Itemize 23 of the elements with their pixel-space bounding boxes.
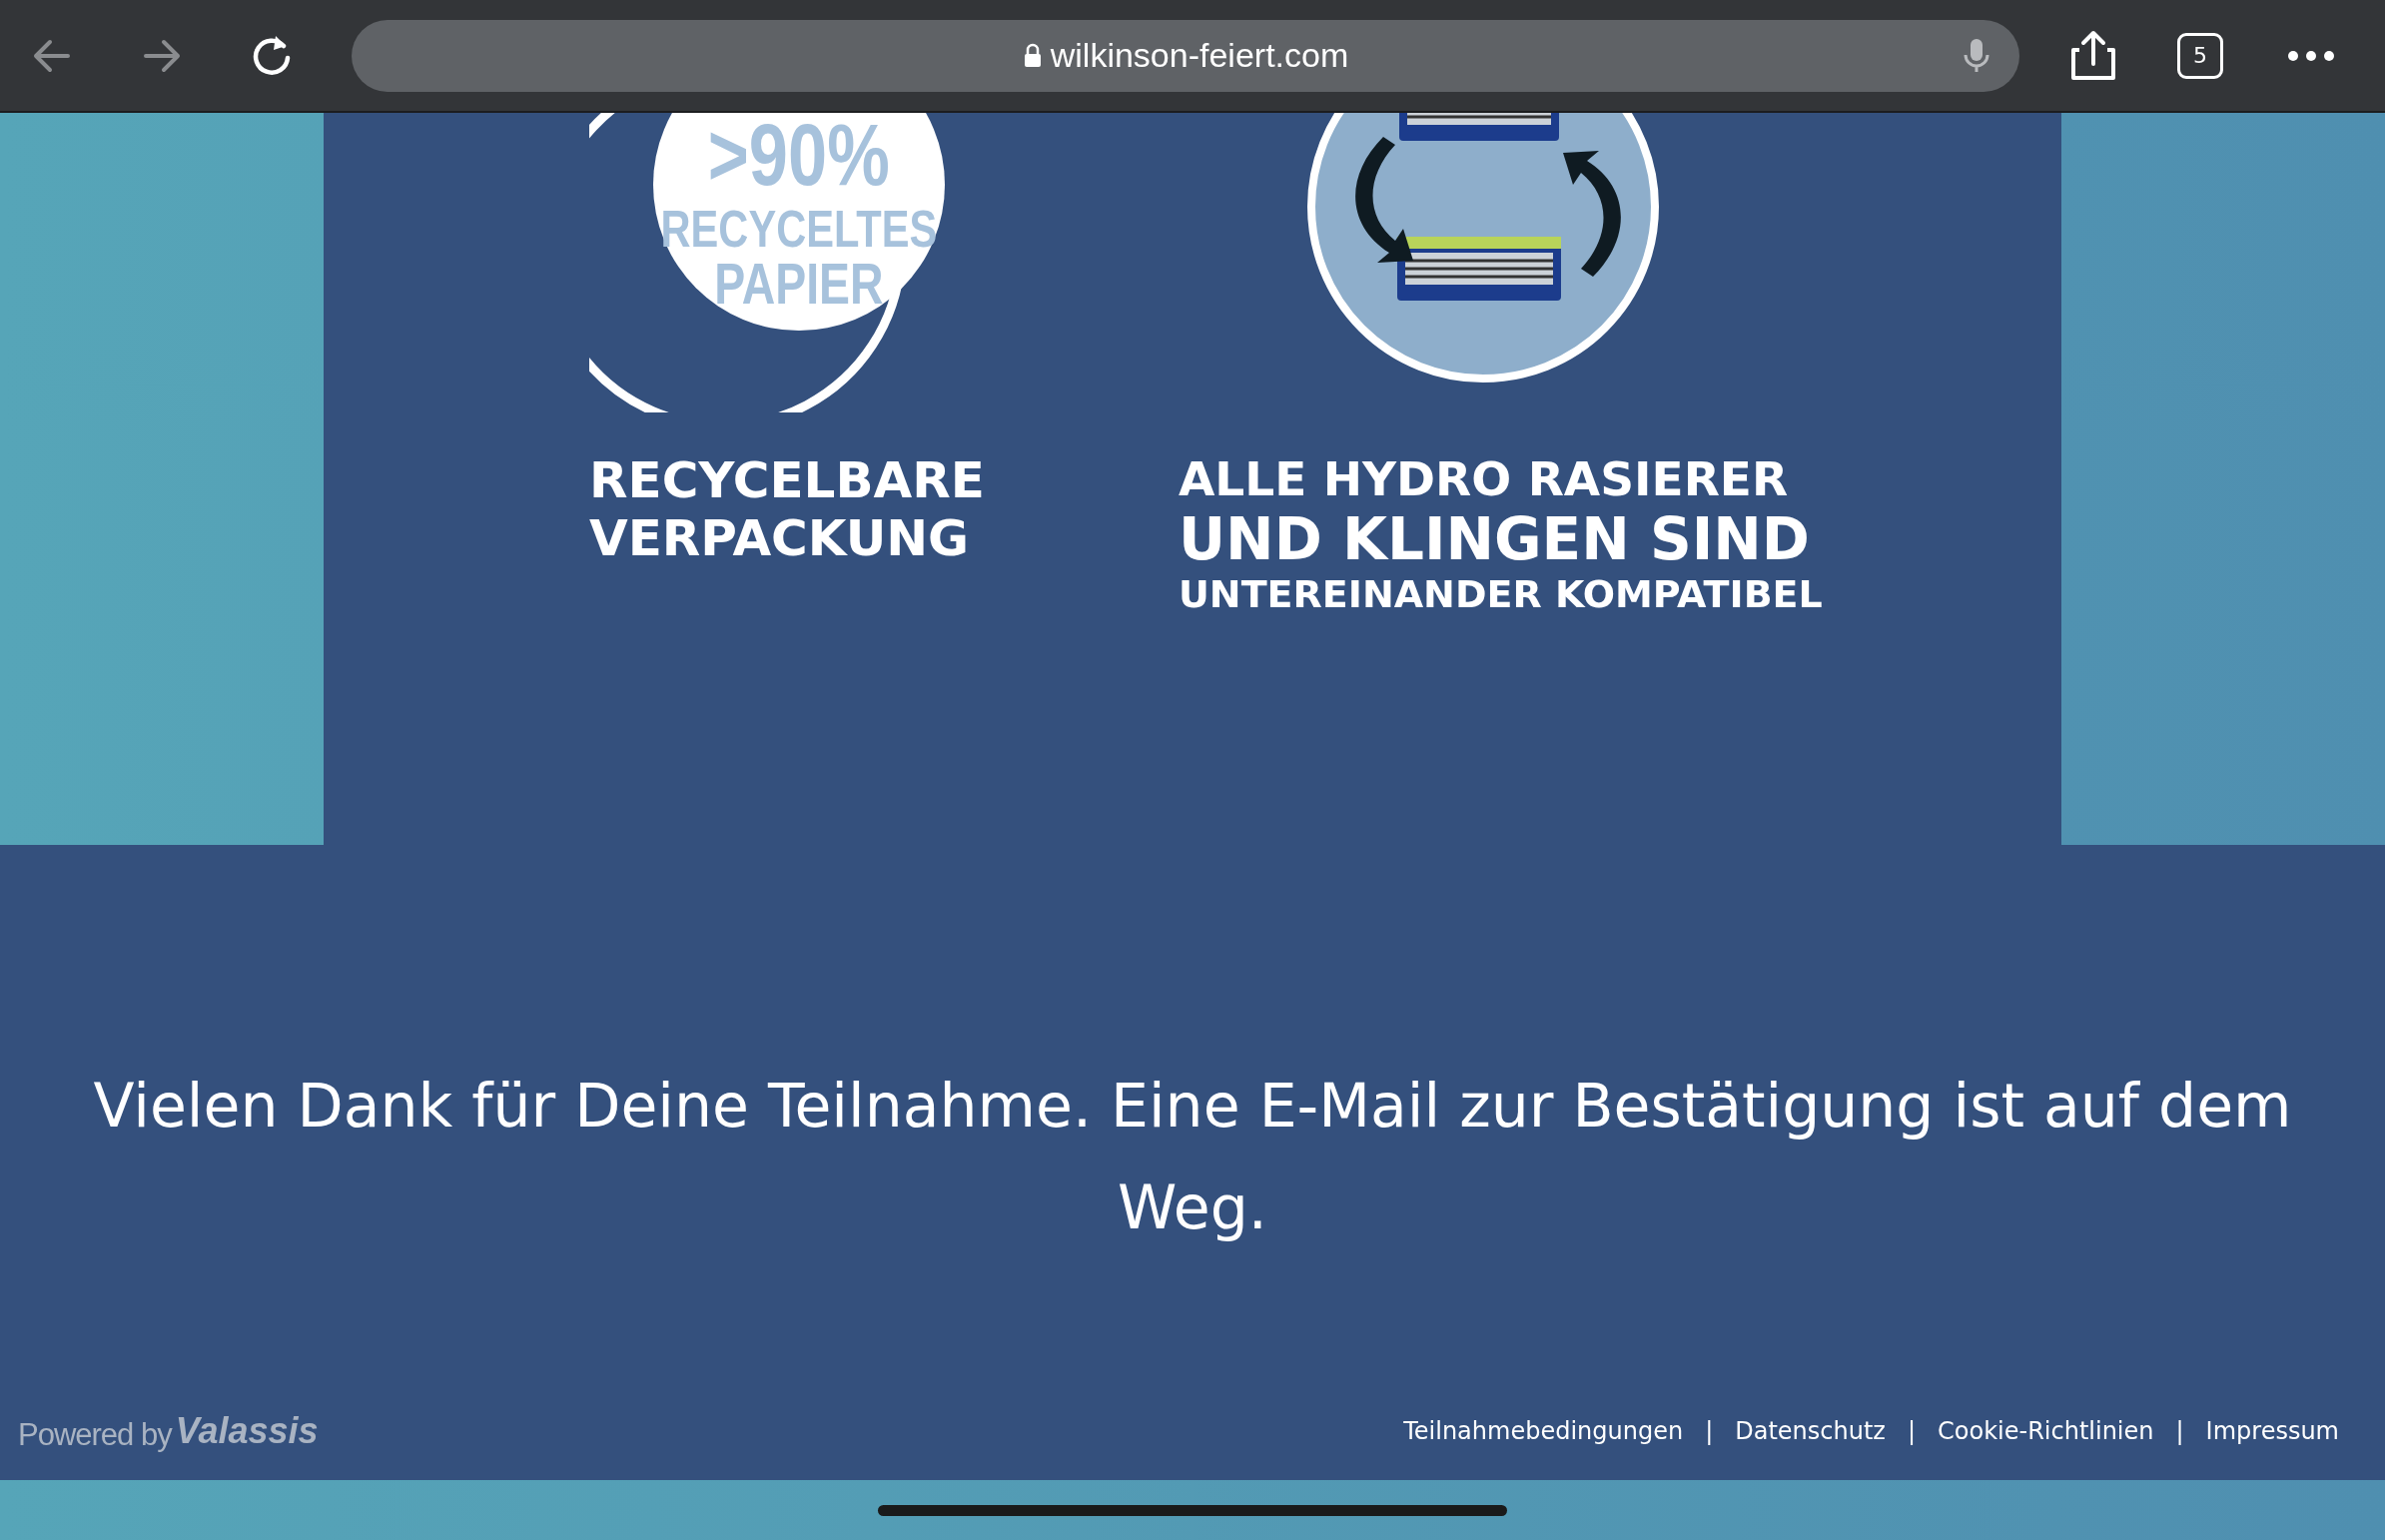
badge-text: >90% [708,111,890,199]
url-text: wilkinson-feiert.com [1050,35,1349,76]
caption-text: ALLE HYDRO RASIERER [1179,452,1790,507]
caption-text: UND KLINGEN SIND [1179,506,1811,573]
badge-text: PAPIER [714,255,884,313]
badge-text: RECYCELTES [660,203,938,255]
microphone-icon[interactable] [1962,36,1991,75]
separator-text: | [2175,1416,2184,1447]
address-bar[interactable]: wilkinson-feiert.com [352,19,2019,92]
confirmation-message: Vielen Dank für Deine Teilnahme. Eine E-Mail zur Bestätigung ist auf dem Weg. [92,1070,2293,1244]
caption-text: RECYCELBARE [589,452,986,510]
brand-logo-text: Valassis [175,1409,319,1453]
separator-text: | [1907,1416,1917,1447]
footer-link[interactable]: Teilnahmebedingungen [1403,1413,1684,1449]
footer-link[interactable]: Datenschutz [1735,1413,1886,1449]
lock-icon [1022,42,1043,69]
tab-count-button[interactable]: 5 [2177,32,2223,79]
caption-text: VERPACKUNG [589,509,971,567]
powered-by-text: Powered by [18,1415,172,1454]
footer-link[interactable]: Cookie-Richtlinien [1938,1413,2154,1449]
footer-link[interactable]: Impressum [2205,1413,2339,1449]
caption-text: UNTEREINANDER KOMPATIBEL [1179,572,1824,617]
separator-text: | [1705,1416,1714,1447]
